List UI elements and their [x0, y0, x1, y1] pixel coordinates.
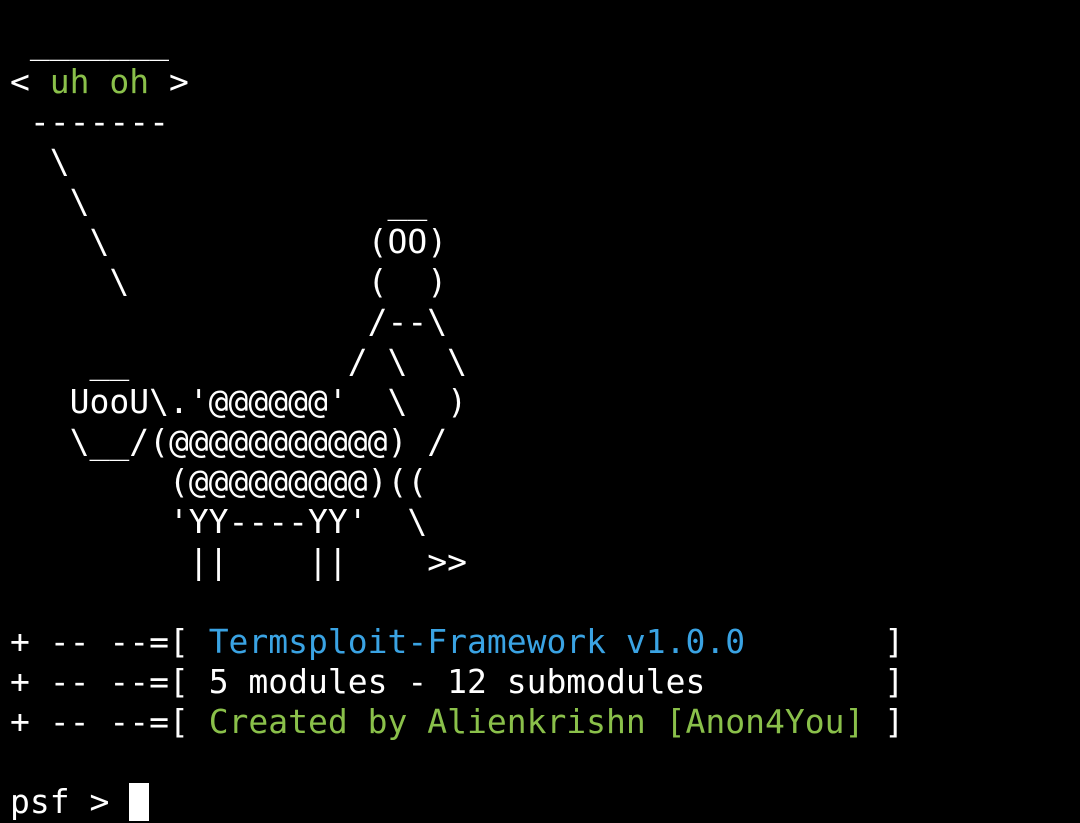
bubble-left: <: [10, 62, 50, 101]
banner-suffix: ]: [864, 702, 905, 741]
art-row: \ (OO): [10, 222, 448, 261]
art-row: \ ( ): [10, 262, 448, 301]
ascii-art: _______ < uh oh > ------- \ \ __ \ (OO) …: [10, 22, 1070, 582]
banner: + -- --=[ Termsploit-Framework v1.0.0 ] …: [10, 622, 1070, 742]
text-cursor[interactable]: [129, 782, 150, 821]
modules-count: 5 modules - 12 submodules: [208, 662, 706, 701]
author-credit: Created by Alienkrishn [Anon4You]: [208, 702, 865, 741]
banner-suffix: ]: [745, 622, 905, 661]
command-prompt[interactable]: psf >: [10, 782, 1070, 822]
art-row: UooU\.'@@@@@@' \ ): [10, 382, 467, 421]
banner-line-modules: + -- --=[ 5 modules - 12 submodules ]: [10, 662, 1070, 702]
banner-suffix: ]: [705, 662, 905, 701]
art-row: || || >>: [10, 542, 467, 581]
speech-bubble: < uh oh >: [10, 62, 1070, 102]
bubble-text: uh oh: [49, 62, 150, 101]
art-row: 'YY----YY' \: [10, 502, 428, 541]
art-row: /--\: [10, 302, 448, 341]
banner-line-title: + -- --=[ Termsploit-Framework v1.0.0 ]: [10, 622, 1070, 662]
art-row: (@@@@@@@@@)((: [10, 462, 428, 501]
speech-bubble-top: _______: [10, 22, 169, 61]
framework-title: Termsploit-Framework v1.0.0: [208, 622, 746, 661]
bubble-right: >: [149, 62, 189, 101]
banner-line-author: + -- --=[ Created by Alienkrishn [Anon4Y…: [10, 702, 1070, 742]
terminal-window: _______ < uh oh > ------- \ \ __ \ (OO) …: [10, 22, 1070, 822]
art-row: __ / \ \: [10, 342, 467, 381]
art-row: \__/(@@@@@@@@@@@) /: [10, 422, 448, 461]
banner-prefix: + -- --=[: [10, 662, 209, 701]
banner-prefix: + -- --=[: [10, 622, 209, 661]
art-row: \: [10, 142, 70, 181]
prompt-label: psf >: [10, 782, 130, 821]
art-row: \ __: [10, 182, 428, 221]
speech-bubble-bottom: -------: [10, 102, 169, 141]
banner-prefix: + -- --=[: [10, 702, 209, 741]
